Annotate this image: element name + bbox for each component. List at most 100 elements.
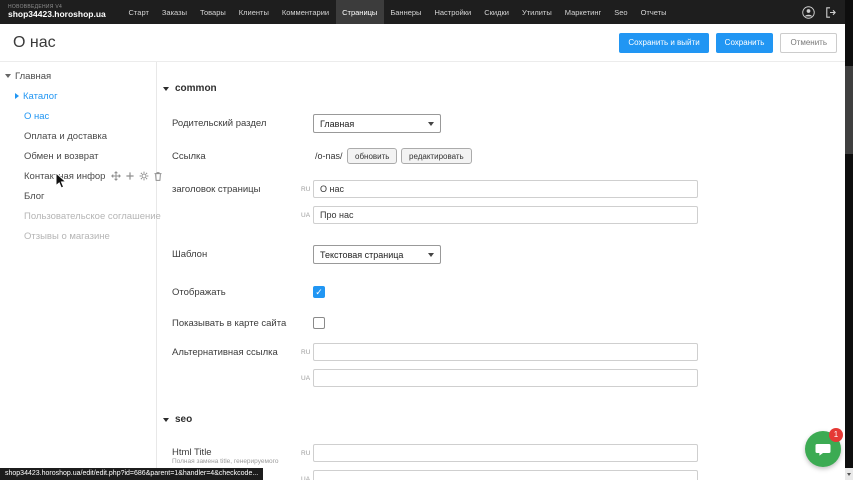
chat-unread-badge: 1 [829, 428, 843, 442]
menu-item-reports[interactable]: Отчеты [634, 0, 673, 24]
sidebar-item-label: Отзывы о магазине [24, 231, 110, 242]
sidebar-item-store-reviews[interactable]: Отзывы о магазине [0, 226, 156, 246]
sidebar-item-label: Главная [15, 71, 51, 82]
sidebar-item-label: Каталог [23, 91, 58, 102]
lang-ua-label: UA [301, 369, 310, 387]
sidebar-item-user-agreement[interactable]: Пользовательское соглашение [0, 206, 156, 226]
topbar: НОВОВВЕДЕНИЯ V4 shop34423.horoshop.ua Ст… [0, 0, 853, 24]
menu-item-start[interactable]: Старт [122, 0, 155, 24]
save-button[interactable]: Сохранить [716, 33, 774, 53]
parent-section-row: Родительский раздел Главная [158, 114, 845, 133]
menu-item-products[interactable]: Товары [193, 0, 232, 24]
page-title: О нас [0, 34, 56, 52]
menu-item-seo[interactable]: Seo [608, 0, 634, 24]
lang-ru-label: RU [301, 444, 310, 462]
trash-icon[interactable] [153, 171, 163, 181]
sidebar-item-label: О нас [24, 111, 49, 122]
sidebar-item-payment-delivery[interactable]: Оплата и доставка [0, 126, 156, 146]
html-title-hint: Полная замена title, генерируемого [172, 458, 278, 465]
parent-section-select[interactable]: Главная [313, 114, 441, 133]
brand-domain: shop34423.horoshop.ua [8, 10, 122, 19]
template-label: Шаблон [172, 245, 207, 264]
menu-item-marketing[interactable]: Маркетинг [558, 0, 607, 24]
menu-item-utilities[interactable]: Утилиты [515, 0, 558, 24]
page-title-ru-row: заголовок страницы RU [158, 180, 845, 198]
scrollbar[interactable] [845, 0, 853, 480]
mouse-cursor [55, 172, 67, 195]
chevron-down-icon [428, 122, 434, 126]
display-checkbox[interactable]: ✓ [313, 286, 325, 298]
header-buttons: Сохранить и выйти Сохранить Отменить [619, 33, 853, 53]
sidebar-item-catalog[interactable]: Каталог [0, 86, 156, 106]
cancel-button[interactable]: Отменить [780, 33, 837, 53]
add-icon[interactable] [125, 171, 135, 181]
sidebar-item-home[interactable]: Главная [0, 66, 156, 86]
parent-section-value: Главная [320, 119, 354, 129]
menu-item-pages[interactable]: Страницы [336, 0, 384, 24]
sitemap-checkbox[interactable] [313, 317, 325, 329]
page-title-label: заголовок страницы [172, 180, 260, 198]
section-common-label: common [175, 83, 217, 94]
lang-ru-label: RU [301, 180, 310, 198]
admin-screen: НОВОВВЕДЕНИЯ V4 shop34423.horoshop.ua Ст… [0, 0, 853, 480]
menu-item-orders[interactable]: Заказы [155, 0, 193, 24]
scrollbar-down-button[interactable] [845, 468, 853, 480]
sidebar-item-blog[interactable]: Блог [0, 186, 156, 206]
section-common-header[interactable]: common [163, 83, 217, 94]
page-title-ua-input[interactable] [313, 206, 698, 224]
chevron-down-icon[interactable] [5, 74, 11, 78]
chevron-down-icon [428, 253, 434, 257]
lang-ua-label: UA [301, 206, 310, 224]
link-update-button[interactable]: обновить [347, 148, 397, 164]
display-label: Отображать [172, 284, 226, 300]
sitemap-label: Показывать в карте сайта [172, 315, 286, 331]
lang-ua-label: UA [301, 470, 310, 480]
sidebar-item-label: Пользовательское соглашение [24, 211, 161, 222]
browser-status-bar: shop34423.horoshop.ua/edit/edit.php?id=6… [0, 468, 263, 480]
alt-link-ru-input[interactable] [313, 343, 698, 361]
sidebar-item-contact-info[interactable]: Контактная инфор [0, 166, 156, 186]
menu-item-clients[interactable]: Клиенты [232, 0, 275, 24]
main-menu: Старт Заказы Товары Клиенты Комментарии … [122, 0, 673, 24]
link-row: Ссылка /o-nas/ обновить редактировать [158, 147, 845, 165]
brand-logo[interactable]: НОВОВВЕДЕНИЯ V4 shop34423.horoshop.ua [0, 5, 122, 20]
alt-link-ua-row: UA [158, 369, 845, 387]
menu-item-discounts[interactable]: Скидки [478, 0, 516, 24]
logout-icon[interactable] [824, 6, 837, 19]
page-title-ua-row: UA [158, 206, 845, 224]
gear-icon[interactable] [139, 171, 149, 181]
alt-link-ua-input[interactable] [313, 369, 698, 387]
page-header: О нас Сохранить и выйти Сохранить Отмени… [0, 24, 853, 62]
lang-ru-label: RU [301, 343, 310, 361]
scrollbar-thumb[interactable] [845, 66, 853, 154]
chevron-right-icon[interactable] [15, 93, 19, 99]
page-title-ru-input[interactable] [313, 180, 698, 198]
html-title-ua-input[interactable] [313, 470, 698, 480]
save-and-exit-button[interactable]: Сохранить и выйти [619, 33, 708, 53]
alt-link-label: Альтернативная ссылка [172, 343, 278, 361]
alt-link-ru-row: Альтернативная ссылка RU [158, 343, 845, 361]
section-seo-label: seo [175, 414, 192, 425]
menu-item-comments[interactable]: Комментарии [275, 0, 335, 24]
account-icon[interactable] [802, 6, 815, 19]
pages-tree-sidebar: Главная Каталог О нас Оплата и доставка … [0, 62, 157, 480]
template-select[interactable]: Текстовая страница [313, 245, 441, 264]
menu-item-settings[interactable]: Настройки [428, 0, 478, 24]
arrow-down-icon [847, 473, 851, 476]
html-title-ru-input[interactable] [313, 444, 698, 462]
sidebar-item-about[interactable]: О нас [0, 106, 156, 126]
move-icon[interactable] [111, 171, 121, 181]
sitemap-row: Показывать в карте сайта [158, 315, 845, 331]
template-row: Шаблон Текстовая страница [158, 245, 845, 264]
menu-item-banners[interactable]: Баннеры [384, 0, 428, 24]
sidebar-item-label: Оплата и доставка [24, 131, 107, 142]
section-seo-header[interactable]: seo [163, 414, 192, 425]
collapse-icon [163, 418, 169, 422]
parent-section-label: Родительский раздел [172, 114, 266, 133]
template-value: Текстовая страница [320, 250, 403, 260]
link-edit-button[interactable]: редактировать [401, 148, 472, 164]
row-action-icons [111, 171, 163, 181]
sidebar-item-label: Блог [24, 191, 45, 202]
html-title-ru-row: Html Title Полная замена title, генериру… [158, 444, 845, 462]
sidebar-item-exchange-return[interactable]: Обмен и возврат [0, 146, 156, 166]
